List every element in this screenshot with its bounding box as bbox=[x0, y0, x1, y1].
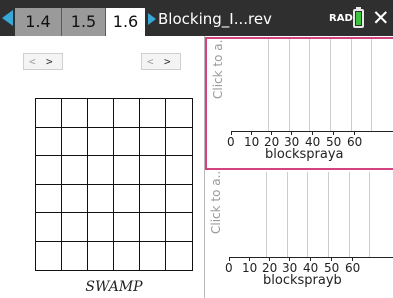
slider-increase-icon[interactable]: > bbox=[164, 54, 171, 69]
gridline bbox=[309, 39, 310, 131]
slider-decrease-icon[interactable]: < bbox=[147, 54, 154, 69]
gridline bbox=[289, 39, 290, 131]
tick-label: 0 bbox=[225, 261, 233, 275]
gridline bbox=[307, 172, 308, 257]
battery-level bbox=[356, 12, 361, 25]
battery-icon bbox=[353, 9, 364, 28]
grid-cell[interactable] bbox=[166, 185, 192, 213]
slider-increase-icon[interactable]: > bbox=[46, 54, 53, 69]
grid-cell[interactable] bbox=[36, 213, 62, 242]
grid-cell[interactable] bbox=[114, 156, 140, 185]
grid-cell[interactable] bbox=[114, 127, 140, 156]
grid-cell[interactable] bbox=[166, 242, 192, 271]
grid-cell[interactable] bbox=[88, 156, 114, 185]
grid-cell[interactable] bbox=[166, 99, 192, 128]
grid-cell[interactable] bbox=[36, 156, 62, 185]
grid-cell[interactable] bbox=[88, 213, 114, 242]
grid-cell[interactable] bbox=[36, 99, 62, 128]
tick-label: 60 bbox=[345, 261, 361, 275]
gridline bbox=[369, 172, 370, 257]
tab-bar: 1.4 1.5 1.6 Blocking_I...rev RAD ✕ bbox=[0, 0, 393, 36]
grid-cell[interactable] bbox=[36, 127, 62, 156]
grid-cell[interactable] bbox=[166, 156, 192, 185]
slider-right[interactable]: < > bbox=[141, 53, 181, 70]
tick-label: 10 bbox=[244, 135, 260, 149]
grid-cell[interactable] bbox=[62, 184, 88, 213]
simulation-panel: < > < > SWAMP bbox=[0, 36, 205, 298]
x-axis-title[interactable]: blocksprayb bbox=[263, 273, 342, 289]
grid-cell[interactable] bbox=[62, 241, 88, 270]
dot-plot-blocksprayb[interactable]: Click to a... 0 10 20 30 40 50 60 blocks… bbox=[205, 172, 393, 298]
grid-cell[interactable] bbox=[114, 99, 140, 128]
grid-cell[interactable] bbox=[88, 99, 114, 128]
swamp-label: SWAMP bbox=[85, 279, 143, 295]
grid-cell[interactable] bbox=[62, 127, 88, 156]
grid-cell[interactable] bbox=[140, 184, 166, 213]
grid-cell[interactable] bbox=[62, 213, 88, 242]
gridline bbox=[328, 172, 329, 257]
slider-decrease-icon[interactable]: < bbox=[29, 54, 36, 69]
gridline bbox=[351, 39, 352, 131]
grid-cell[interactable] bbox=[36, 241, 62, 270]
x-axis bbox=[229, 257, 393, 258]
grid-cell[interactable] bbox=[36, 184, 62, 213]
dot-plot-blockspraya[interactable]: Click to a... 0 10 20 30 40 50 60 blocks… bbox=[205, 37, 393, 170]
grid-cell[interactable] bbox=[114, 213, 140, 242]
grid-cell[interactable] bbox=[140, 156, 166, 185]
grid-cell[interactable] bbox=[62, 99, 88, 128]
grid-cell[interactable] bbox=[140, 213, 166, 242]
tab-1-4[interactable]: 1.4 bbox=[15, 8, 62, 36]
click-to-add-variable-label[interactable]: Click to a... bbox=[211, 39, 229, 99]
grid-cell[interactable] bbox=[88, 184, 114, 213]
gridline bbox=[266, 172, 267, 257]
grid-cell[interactable] bbox=[140, 127, 166, 156]
gridline bbox=[371, 39, 372, 131]
grid-cell[interactable] bbox=[114, 184, 140, 213]
document-title[interactable]: Blocking_I...rev bbox=[158, 9, 272, 29]
grid-cell[interactable] bbox=[140, 241, 166, 270]
grid-cell[interactable] bbox=[114, 241, 140, 270]
gridline bbox=[268, 39, 269, 131]
tick-label: 0 bbox=[227, 135, 235, 149]
tab-1-5[interactable]: 1.5 bbox=[62, 8, 106, 36]
tick-label: 60 bbox=[347, 135, 363, 149]
grid-cell[interactable] bbox=[166, 213, 192, 242]
gridline bbox=[287, 172, 288, 257]
close-icon[interactable]: ✕ bbox=[372, 6, 390, 30]
scroll-tabs-left-icon[interactable] bbox=[2, 10, 13, 26]
tick-label: 10 bbox=[242, 261, 258, 275]
grid-cell[interactable] bbox=[166, 128, 192, 156]
x-axis-title[interactable]: blockspraya bbox=[265, 147, 344, 163]
swamp-grid[interactable] bbox=[35, 98, 193, 271]
grid-cell[interactable] bbox=[88, 241, 114, 270]
grid-cell[interactable] bbox=[140, 99, 166, 128]
tab-1-6[interactable]: 1.6 bbox=[106, 8, 145, 36]
angle-mode-indicator: RAD bbox=[329, 13, 353, 24]
gridline bbox=[349, 172, 350, 257]
click-to-add-variable-label[interactable]: Click to a... bbox=[209, 172, 227, 234]
document-icon bbox=[148, 13, 156, 25]
grid-cell[interactable] bbox=[62, 156, 88, 185]
slider-left[interactable]: < > bbox=[23, 53, 63, 70]
grid-cell[interactable] bbox=[88, 127, 114, 156]
gridline bbox=[330, 39, 331, 131]
